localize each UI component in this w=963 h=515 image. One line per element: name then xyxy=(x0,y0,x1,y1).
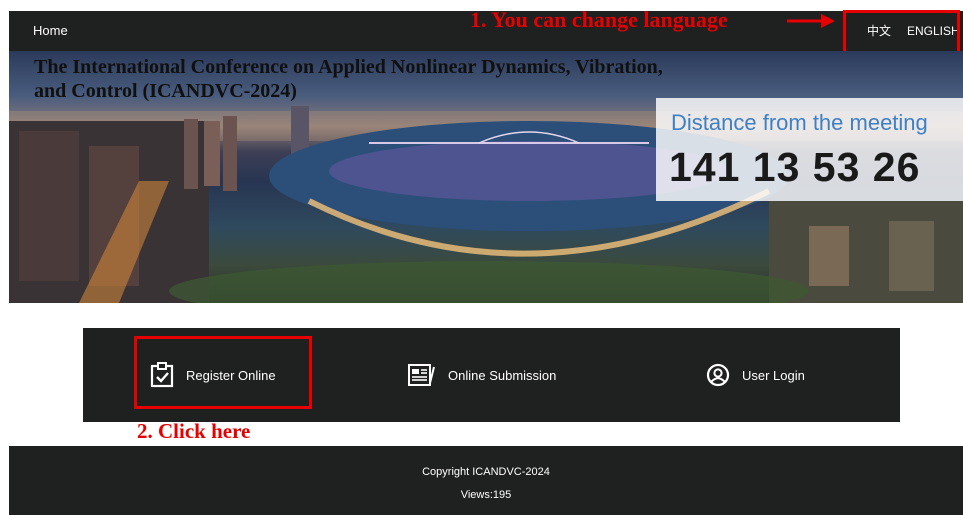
register-highlight-box xyxy=(134,336,312,409)
conference-title: The International Conference on Applied … xyxy=(34,56,663,102)
language-highlight-box xyxy=(843,10,960,55)
online-submission-button[interactable]: Online Submission xyxy=(408,328,556,422)
countdown-panel: Distance from the meeting 141 13 53 26 xyxy=(656,98,963,201)
user-login-button[interactable]: User Login xyxy=(706,328,805,422)
footer-copyright: Copyright ICANDVC-2024 xyxy=(422,466,550,478)
online-submission-label: Online Submission xyxy=(448,367,557,383)
document-edit-icon xyxy=(408,364,435,386)
countdown-label: Distance from the meeting xyxy=(671,110,928,135)
annotation-click-here: 2. Click here xyxy=(137,419,251,443)
countdown-value: 141 13 53 26 xyxy=(669,144,921,190)
user-circle-icon xyxy=(706,363,730,387)
home-link[interactable]: Home xyxy=(33,11,68,51)
annotation-change-language: 1. You can change language xyxy=(470,7,728,32)
footer: Copyright ICANDVC-2024 Views:195 xyxy=(9,446,963,515)
right-arrow-icon xyxy=(787,14,835,28)
footer-views: Views:195 xyxy=(460,489,512,501)
user-login-label: User Login xyxy=(742,367,805,383)
hero-banner: The International Conference on Applied … xyxy=(9,51,963,303)
